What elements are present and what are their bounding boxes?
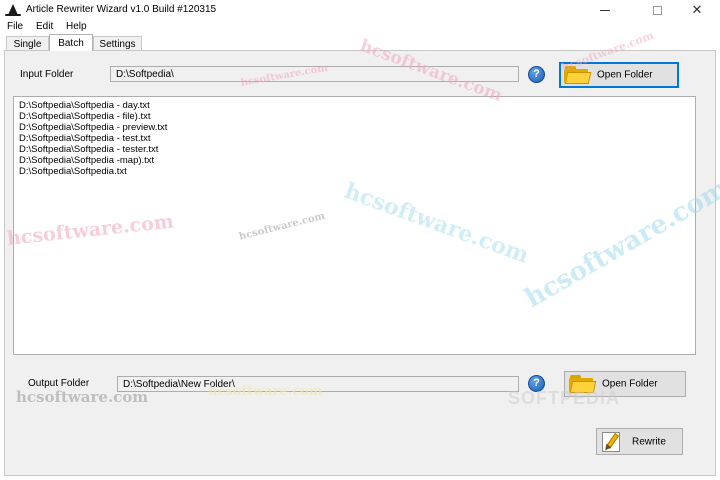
input-open-folder-label: Open Folder [597, 69, 653, 81]
wizard-hat-brim [5, 14, 21, 16]
help-icon[interactable]: ? [528, 375, 545, 392]
list-item[interactable]: D:\Softpedia\Softpedia - tester.txt [19, 144, 158, 155]
close-button[interactable]: ✕ [674, 0, 720, 20]
minimize-button[interactable] [582, 0, 628, 20]
menu-bar: File Edit Help [0, 20, 720, 34]
menu-file[interactable]: File [7, 21, 23, 32]
tab-batch[interactable]: Batch [49, 34, 93, 51]
list-item[interactable]: D:\Softpedia\Softpedia - file).txt [19, 111, 150, 122]
folder-icon [569, 375, 597, 393]
input-open-folder-button[interactable]: Open Folder [559, 62, 679, 88]
list-item[interactable]: D:\Softpedia\Softpedia -map).txt [19, 155, 154, 166]
help-icon[interactable]: ? [528, 66, 545, 83]
input-folder-field[interactable]: D:\Softpedia\ [110, 66, 519, 82]
tab-strip: Single Batch Settings [0, 34, 720, 51]
file-list[interactable]: D:\Softpedia\Softpedia - day.txt D:\Soft… [13, 96, 696, 355]
minimize-icon [600, 9, 610, 11]
pencil-icon [601, 431, 623, 453]
window-title: Article Rewriter Wizard v1.0 Build #1203… [26, 4, 217, 15]
list-item[interactable]: D:\Softpedia\Softpedia - test.txt [19, 133, 151, 144]
maximize-icon [652, 5, 662, 15]
rewrite-button[interactable]: Rewrite [596, 428, 683, 455]
output-open-folder-label: Open Folder [602, 378, 658, 390]
output-folder-label: Output Folder [28, 378, 90, 389]
folder-icon [564, 66, 592, 84]
list-item[interactable]: D:\Softpedia\Softpedia - preview.txt [19, 122, 167, 133]
output-open-folder-button[interactable]: Open Folder [564, 371, 686, 397]
list-item[interactable]: D:\Softpedia\Softpedia.txt [19, 166, 127, 177]
rewrite-label: Rewrite [632, 436, 666, 447]
input-folder-label: Input Folder [20, 69, 74, 80]
close-icon: ✕ [691, 2, 703, 18]
title-bar: Article Rewriter Wizard v1.0 Build #1203… [0, 0, 720, 20]
tab-single[interactable]: Single [6, 36, 49, 51]
output-folder-field[interactable]: D:\Softpedia\New Folder\ [117, 376, 519, 392]
list-item[interactable]: D:\Softpedia\Softpedia - day.txt [19, 100, 150, 111]
menu-edit[interactable]: Edit [36, 21, 53, 32]
tab-settings[interactable]: Settings [93, 36, 142, 51]
menu-help[interactable]: Help [66, 21, 87, 32]
